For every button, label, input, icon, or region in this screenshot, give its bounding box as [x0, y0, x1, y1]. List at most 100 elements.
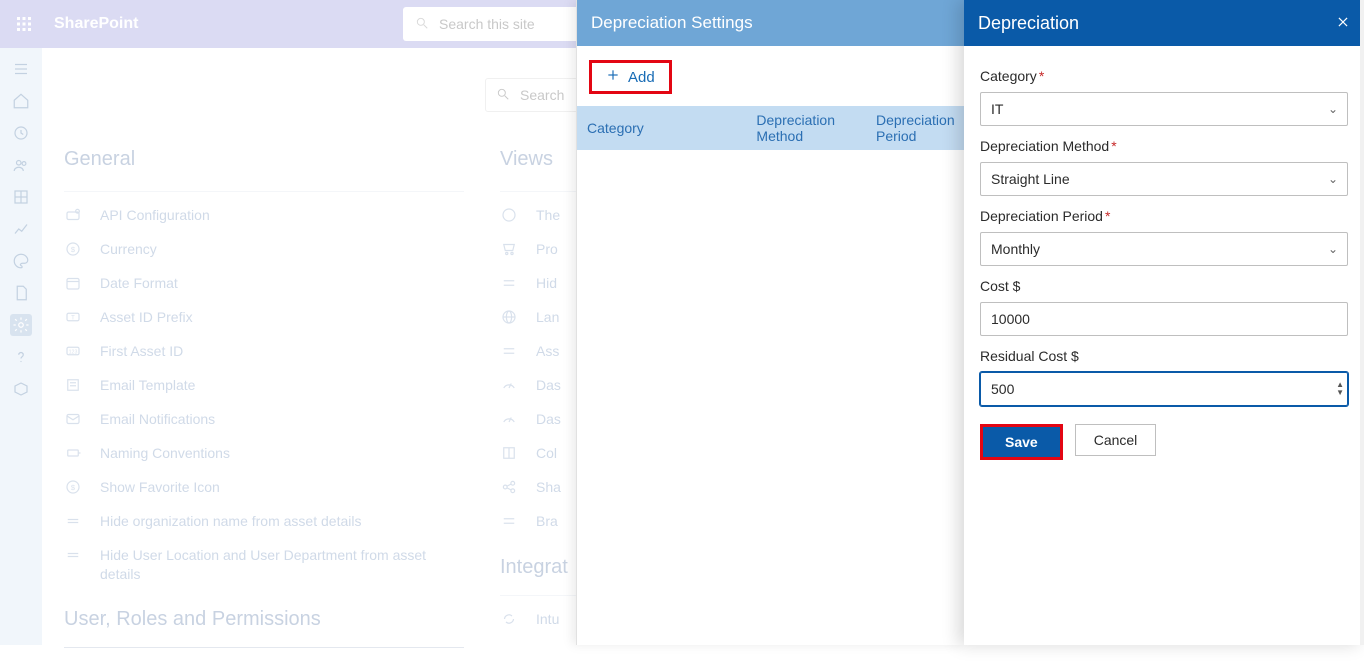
setting-label: API Configuration	[100, 206, 210, 225]
user-roles-title: User, Roles and Permissions	[64, 608, 464, 631]
box-icon[interactable]	[10, 378, 32, 400]
period-label: Depreciation Period*	[980, 208, 1348, 224]
category-select[interactable]: ⌄	[980, 92, 1348, 126]
link-icon	[64, 206, 84, 226]
cost-label: Cost $	[980, 278, 1348, 294]
depreciation-settings-title: Depreciation Settings	[577, 0, 964, 46]
setting-hide-user-location[interactable]: Hide User Location and User Department f…	[64, 546, 464, 584]
period-select[interactable]: ⌄	[980, 232, 1348, 266]
setting-api-configuration[interactable]: API Configuration	[64, 206, 464, 226]
svg-text:$: $	[71, 245, 76, 254]
home-icon[interactable]	[10, 90, 32, 112]
setting-label: Sha	[536, 478, 561, 497]
eye-off-icon	[64, 512, 84, 532]
setting-label: Ass	[536, 342, 559, 361]
depreciation-form-header: Depreciation	[964, 0, 1364, 46]
tag-icon	[64, 444, 84, 464]
save-button[interactable]: Save	[980, 424, 1063, 460]
lines-icon	[500, 342, 520, 362]
category-label: Category*	[980, 68, 1348, 84]
setting-label: Naming Conventions	[100, 444, 230, 463]
eye-off-icon	[64, 546, 84, 566]
svg-text:123: 123	[69, 349, 78, 355]
palette-icon	[500, 206, 520, 226]
method-label: Depreciation Method*	[980, 138, 1348, 154]
residual-label: Residual Cost $	[980, 348, 1348, 364]
form-button-row: Save Cancel	[980, 424, 1348, 460]
setting-show-favorite-icon[interactable]: $ Show Favorite Icon	[64, 478, 464, 498]
document-icon[interactable]	[10, 282, 32, 304]
setting-naming-conventions[interactable]: Naming Conventions	[64, 444, 464, 464]
setting-label: First Asset ID	[100, 342, 183, 361]
category-select-input[interactable]	[980, 92, 1348, 126]
cancel-button[interactable]: Cancel	[1075, 424, 1157, 456]
setting-label: Lan	[536, 308, 559, 327]
setting-label: Email Template	[100, 376, 195, 395]
hamburger-icon[interactable]	[10, 58, 32, 80]
number-icon: 123	[64, 342, 84, 362]
depreciation-form-panel: Depreciation Category* ⌄ Depreciation Me…	[964, 0, 1364, 645]
svg-text:$: $	[71, 483, 76, 492]
text-icon: T	[64, 308, 84, 328]
gauge-icon	[500, 376, 520, 396]
grid-icon[interactable]	[10, 186, 32, 208]
setting-label: The	[536, 206, 560, 225]
svg-text:T: T	[71, 315, 75, 321]
setting-asset-id-prefix[interactable]: TAsset ID Prefix	[64, 308, 464, 328]
search-icon	[415, 16, 429, 33]
lines-icon	[500, 274, 520, 294]
setting-first-asset-id[interactable]: 123 First Asset ID	[64, 342, 464, 362]
setting-label: Show Favorite Icon	[100, 478, 220, 497]
setting-label: Pro	[536, 240, 558, 259]
setting-label: Bra	[536, 512, 558, 531]
setting-label: Hid	[536, 274, 557, 293]
brand-label[interactable]: SharePoint	[54, 15, 138, 33]
general-section: General API Configuration $Currency Date…	[64, 148, 464, 662]
col-period[interactable]: Depreciation Period	[866, 106, 964, 150]
method-select[interactable]: ⌄	[980, 162, 1348, 196]
waffle-icon	[16, 16, 32, 32]
palette-icon[interactable]	[10, 250, 32, 272]
globe-icon	[500, 308, 520, 328]
setting-currency[interactable]: $Currency	[64, 240, 464, 260]
general-title: General	[64, 148, 464, 171]
period-select-input[interactable]	[980, 232, 1348, 266]
chevron-down-icon: ▼	[1336, 389, 1344, 397]
gear-icon[interactable]	[10, 314, 32, 336]
depreciation-settings-toolbar: Add	[577, 46, 964, 106]
site-search-placeholder: Search this site	[439, 16, 535, 32]
depreciation-settings-panel: Depreciation Settings Add Category Depre…	[576, 0, 964, 645]
close-button[interactable]	[1336, 13, 1350, 34]
setting-label: Email Notifications	[100, 410, 215, 429]
chart-icon[interactable]	[10, 218, 32, 240]
app-launcher-button[interactable]	[0, 0, 48, 48]
search-icon	[496, 87, 510, 104]
scrollbar[interactable]	[1360, 0, 1364, 645]
setting-email-template[interactable]: Email Template	[64, 376, 464, 396]
setting-label: Col	[536, 444, 557, 463]
add-button[interactable]: Add	[589, 60, 672, 94]
cost-input[interactable]	[980, 302, 1348, 336]
setting-label: Intu	[536, 610, 559, 629]
help-icon[interactable]	[10, 346, 32, 368]
people-icon[interactable]	[10, 154, 32, 176]
col-category[interactable]: Category	[577, 106, 746, 150]
setting-label: Das	[536, 376, 561, 395]
divider	[64, 191, 464, 192]
star-icon: $	[64, 478, 84, 498]
share-icon	[500, 478, 520, 498]
template-icon	[64, 376, 84, 396]
col-method[interactable]: Depreciation Method	[746, 106, 866, 150]
number-stepper[interactable]: ▲▼	[1336, 381, 1344, 397]
setting-label: Das	[536, 410, 561, 429]
setting-email-notifications[interactable]: Email Notifications	[64, 410, 464, 430]
residual-input[interactable]	[980, 372, 1348, 406]
method-select-input[interactable]	[980, 162, 1348, 196]
setting-label: Date Format	[100, 274, 178, 293]
mail-icon	[64, 410, 84, 430]
clock-icon[interactable]	[10, 122, 32, 144]
lines-icon	[500, 512, 520, 532]
general-settings-list: API Configuration $Currency Date Format …	[64, 206, 464, 584]
setting-date-format[interactable]: Date Format	[64, 274, 464, 294]
setting-hide-org-name[interactable]: Hide organization name from asset detail…	[64, 512, 464, 532]
